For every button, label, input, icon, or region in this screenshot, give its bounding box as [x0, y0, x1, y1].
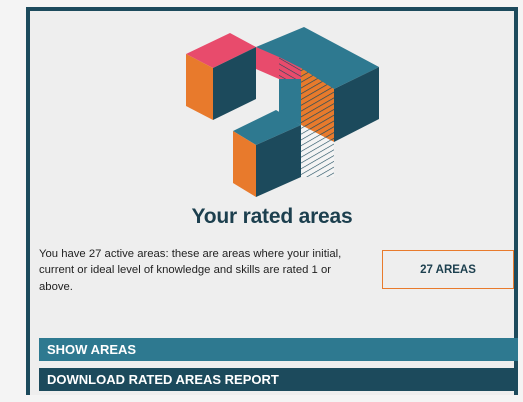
active-areas-count-badge[interactable]: 27 AREAS [382, 250, 514, 289]
rated-areas-description: You have 27 active areas: these are area… [39, 248, 342, 293]
panel-bottom-spacer [26, 395, 518, 402]
rated-areas-panel: Your rated areas You have 27 active area… [26, 7, 518, 395]
download-rated-areas-report-button[interactable]: DOWNLOAD RATED AREAS REPORT [39, 368, 518, 391]
page-title: Your rated areas [191, 205, 353, 228]
show-areas-button[interactable]: SHOW AREAS [39, 338, 518, 361]
isometric-cubes-icon [186, 27, 379, 197]
